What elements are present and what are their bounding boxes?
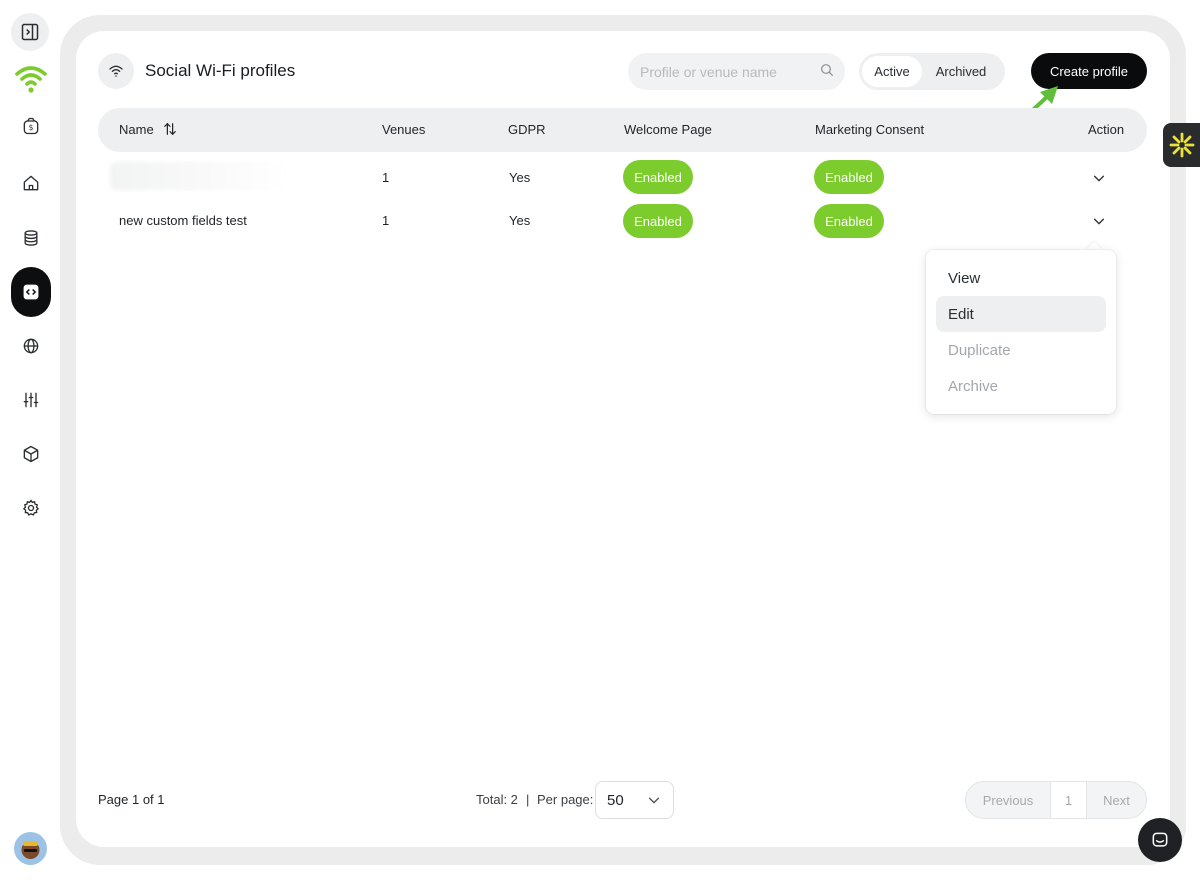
cube-icon[interactable] [11,434,51,474]
chat-icon[interactable] [1138,818,1182,862]
row-name-redacted [110,162,290,190]
column-header-action: Action [1088,122,1125,137]
menu-item-archive: Archive [948,377,999,395]
per-page-select[interactable]: 50 [595,781,674,819]
database-icon[interactable] [11,218,51,258]
row-gdpr: Yes [509,213,531,228]
home-icon[interactable] [11,163,51,203]
chevron-down-icon[interactable] [1092,171,1106,190]
search-input[interactable] [640,63,810,80]
marketing-consent-status-badge: Enabled [814,204,884,238]
per-page-label: Per page: [537,792,594,807]
footer-separator: | [526,792,530,807]
total-count: Total: 2 [476,792,518,807]
menu-item-edit[interactable]: Edit [936,296,1106,332]
column-header-marketing-consent[interactable]: Marketing Consent [815,122,924,137]
chevron-down-icon [647,793,661,811]
page-title: Social Wi-Fi profiles [145,61,296,80]
svg-text:$: $ [29,123,34,132]
marketing-consent-status-badge: Enabled [814,160,884,194]
action-menu: View Edit Duplicate Archive [926,250,1116,414]
wifi-logo-icon[interactable] [11,58,51,98]
row-gdpr: Yes [509,170,531,185]
row-venues: 1 [382,213,390,228]
sort-icon[interactable] [163,122,177,139]
column-header-venues[interactable]: Venues [382,122,425,137]
row-name: new custom fields test [119,213,247,228]
code-icon[interactable] [11,267,51,317]
column-header-gdpr[interactable]: GDPR [508,122,546,137]
pagination: Previous 1 Next [965,781,1147,819]
search-box[interactable] [628,53,845,90]
sidebar: $ [0,0,62,880]
gear-icon[interactable] [11,488,51,528]
column-header-name[interactable]: Name [119,122,177,139]
page-info: Page 1 of 1 [98,792,165,807]
billing-icon[interactable]: $ [11,106,51,146]
chevron-down-icon[interactable] [1092,214,1106,233]
menu-item-view[interactable]: View [936,260,1106,296]
menu-item-duplicate: Duplicate [948,341,1011,359]
tab-active[interactable]: Active [862,56,922,87]
tab-archived[interactable]: Archived [922,56,1000,87]
avatar[interactable] [14,832,47,865]
welcome-page-status-badge: Enabled [623,204,693,238]
search-icon[interactable] [819,62,835,83]
per-page-value: 50 [607,791,624,809]
content-card [76,31,1170,847]
row-venues: 1 [382,170,390,185]
welcome-page-status-badge: Enabled [623,160,693,194]
column-name-label: Name [119,122,154,137]
globe-icon[interactable] [11,326,51,366]
extension-star-icon[interactable] [1163,123,1200,167]
panel-toggle-icon[interactable] [11,13,49,51]
sliders-icon[interactable] [11,380,51,420]
page-number-button[interactable]: 1 [1051,782,1087,818]
column-header-welcome-page[interactable]: Welcome Page [624,122,712,137]
status-filter: Active Archived [859,53,1005,90]
table-header: Name Venues GDPR Welcome Page Marketing … [98,108,1147,152]
previous-page-button[interactable]: Previous [966,782,1051,818]
wifi-icon [98,53,134,89]
next-page-button[interactable]: Next [1087,782,1146,818]
